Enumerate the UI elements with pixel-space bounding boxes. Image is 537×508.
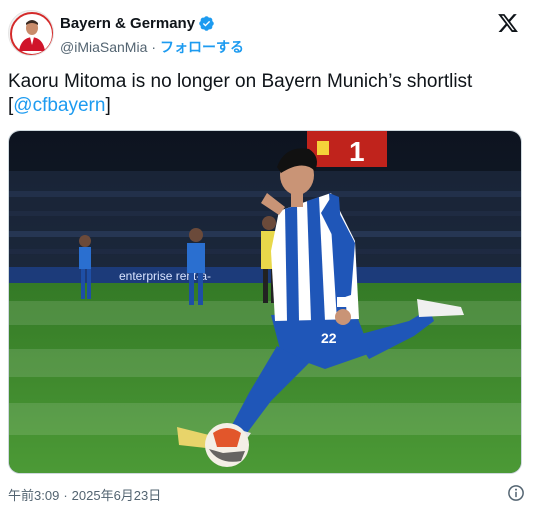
tweet-media[interactable]: 1 enterprise rent-a- 22 [8, 130, 522, 474]
avatar-image [9, 11, 53, 55]
scoreboard-score: 1 [349, 136, 365, 167]
mention-link[interactable]: @cfbayern [13, 95, 105, 116]
name-row: Bayern & Germany [60, 15, 215, 32]
tweet-time[interactable]: 午前3:09 [8, 488, 59, 503]
tweet-header: Bayern & Germany @iMiaSanMia · フォローする [8, 8, 529, 64]
display-name[interactable]: Bayern & Germany [60, 15, 195, 32]
handle[interactable]: @iMiaSanMia [60, 39, 147, 55]
football-photo: 1 enterprise rent-a- 22 [9, 131, 521, 473]
tweet-footer: 午前3:09 · 2025年6月23日 [8, 485, 529, 504]
x-logo-icon[interactable] [497, 12, 519, 34]
verified-badge-icon [199, 16, 214, 31]
tweet-body: Kaoru Mitoma is no longer on Bayern Muni… [8, 71, 473, 92]
player-number: 22 [321, 330, 337, 346]
tweet-text: Kaoru Mitoma is no longer on Bayern Muni… [8, 70, 529, 118]
follow-button[interactable]: フォローする [160, 37, 244, 57]
tweet-date[interactable]: 2025年6月23日 [72, 488, 162, 503]
info-icon[interactable] [507, 484, 525, 502]
scoreboard: 1 [307, 131, 387, 167]
avatar[interactable] [8, 10, 54, 56]
handle-row: @iMiaSanMia · フォローする [60, 37, 244, 57]
bracket-close: ] [105, 95, 111, 116]
handle-separator: · [151, 39, 157, 55]
football [205, 423, 249, 467]
footer-separator: · [63, 488, 68, 503]
